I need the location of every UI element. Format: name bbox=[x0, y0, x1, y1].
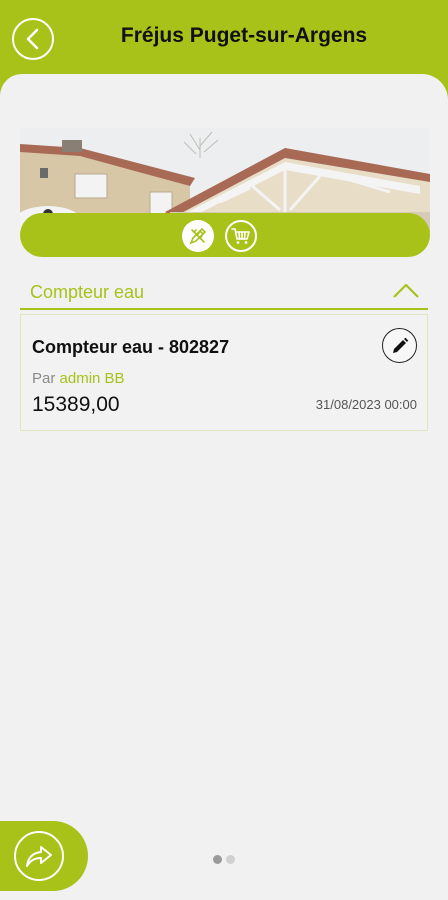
meter-value: 15389,00 bbox=[32, 393, 120, 416]
cart-button[interactable] bbox=[225, 220, 257, 252]
section-header[interactable]: Compteur eau bbox=[20, 274, 428, 310]
share-button[interactable] bbox=[14, 831, 64, 881]
author-line: Par admin BB bbox=[32, 370, 125, 387]
pencil-ruler-button[interactable] bbox=[182, 220, 214, 252]
share-arrow-icon bbox=[26, 846, 52, 867]
share-fab bbox=[0, 821, 88, 891]
content-panel: Compteur eau Compteur eau - 802827 Par a… bbox=[0, 74, 448, 900]
page-indicator bbox=[213, 855, 235, 864]
pencil-icon bbox=[392, 337, 408, 353]
edit-button[interactable] bbox=[382, 328, 417, 363]
meter-card: Compteur eau - 802827 Par admin BB 15389… bbox=[20, 314, 428, 431]
meter-date: 31/08/2023 00:00 bbox=[315, 397, 417, 412]
page-dot[interactable] bbox=[226, 855, 235, 864]
back-button[interactable] bbox=[12, 18, 54, 60]
shopping-cart-icon bbox=[231, 228, 250, 244]
meter-title: Compteur eau - 802827 bbox=[32, 337, 230, 357]
section-title: Compteur eau bbox=[30, 282, 145, 302]
app-screen: Fréjus Puget-sur-Argens Compteur eau Com… bbox=[0, 0, 448, 900]
author-name: admin BB bbox=[59, 370, 125, 387]
page-dot-active[interactable] bbox=[213, 855, 222, 864]
pencil-ruler-icon bbox=[189, 227, 207, 245]
author-prefix: Par bbox=[32, 370, 56, 387]
page-title: Fréjus Puget-sur-Argens bbox=[120, 24, 368, 47]
chevron-up-icon[interactable] bbox=[392, 281, 420, 299]
chevron-left-icon bbox=[26, 28, 39, 50]
